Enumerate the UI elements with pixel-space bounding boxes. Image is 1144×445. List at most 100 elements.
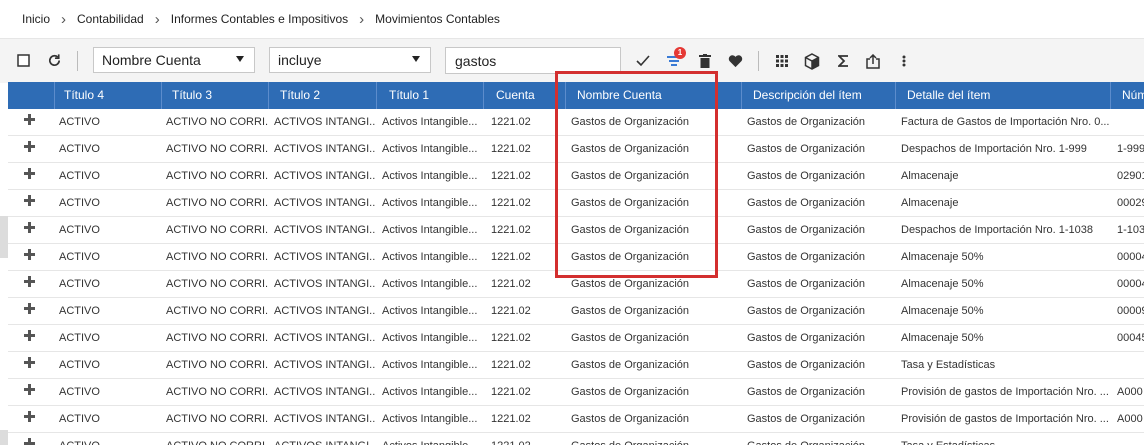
select-all-checkbox[interactable]: [15, 52, 31, 68]
sigma-icon[interactable]: [834, 52, 852, 70]
columns-grid-icon[interactable]: [773, 52, 791, 70]
expand-row-plus-icon[interactable]: [24, 438, 35, 445]
column-header-titulo1[interactable]: Título 1: [376, 82, 483, 109]
cell-nombre-cuenta: Gastos de Organización: [571, 170, 690, 182]
table-row[interactable]: ACTIVOACTIVO NO CORRI...ACTIVOS INTANGI.…: [8, 217, 1144, 244]
chevron-right-icon: ›: [154, 10, 160, 28]
expand-row-plus-icon[interactable]: [24, 114, 35, 125]
breadcrumb-item-informes[interactable]: Informes Contables e Impositivos: [171, 12, 348, 26]
export-icon[interactable]: [864, 51, 882, 71]
cell-titulo4: ACTIVO: [59, 170, 100, 182]
cell-nombre-cuenta: Gastos de Organización: [571, 413, 690, 425]
table-row[interactable]: ACTIVOACTIVO NO CORRI...ACTIVOS INTANGI.…: [8, 136, 1144, 163]
column-header-descripcion[interactable]: Descripción del ítem: [741, 82, 895, 109]
cell-titulo1: Activos Intangible...: [382, 143, 478, 155]
cell-detalle: Almacenaje: [901, 170, 959, 182]
table-row[interactable]: ACTIVOACTIVO NO CORRI...ACTIVOS INTANGI.…: [8, 298, 1144, 325]
cell-numero: 1-999: [1117, 143, 1144, 155]
cell-titulo4: ACTIVO: [59, 359, 100, 371]
apply-filter-icon[interactable]: [634, 52, 652, 70]
breadcrumb: Inicio › Contabilidad › Informes Contabl…: [0, 0, 1144, 38]
column-header-titulo3[interactable]: Título 3: [161, 82, 268, 109]
data-grid: Título 4 Título 3 Título 2 Título 1 Cuen…: [8, 82, 1144, 445]
toolbar-divider: [77, 51, 78, 71]
table-row[interactable]: ACTIVOACTIVO NO CORRI...ACTIVOS INTANGI.…: [8, 406, 1144, 433]
expand-row-plus-icon[interactable]: [24, 195, 35, 206]
expand-row-plus-icon[interactable]: [24, 330, 35, 341]
heart-icon[interactable]: [725, 52, 745, 70]
cell-descripcion: Gastos de Organización: [747, 116, 866, 128]
cell-titulo2: ACTIVOS INTANGI...: [274, 143, 376, 155]
cell-descripcion: Gastos de Organización: [747, 332, 866, 344]
cell-titulo1: Activos Intangible...: [382, 197, 478, 209]
breadcrumb-item-movimientos[interactable]: Movimientos Contables: [375, 12, 500, 26]
expand-row-plus-icon[interactable]: [24, 222, 35, 233]
cell-titulo3: ACTIVO NO CORRI...: [166, 305, 268, 317]
cell-descripcion: Gastos de Organización: [747, 197, 866, 209]
trash-icon[interactable]: [696, 52, 714, 70]
table-row[interactable]: ACTIVOACTIVO NO CORRI...ACTIVOS INTANGI.…: [8, 379, 1144, 406]
table-row[interactable]: ACTIVOACTIVO NO CORRI...ACTIVOS INTANGI.…: [8, 163, 1144, 190]
breadcrumb-item-contabilidad[interactable]: Contabilidad: [77, 12, 144, 26]
cell-nombre-cuenta: Gastos de Organización: [571, 197, 690, 209]
cell-titulo1: Activos Intangible...: [382, 386, 478, 398]
field-select[interactable]: Nombre Cuenta: [93, 47, 255, 73]
cell-detalle: Factura de Gastos de Importación Nro. 0.…: [901, 116, 1110, 128]
cell-numero: 00004: [1117, 278, 1144, 290]
cell-titulo2: ACTIVOS INTANGI...: [274, 332, 376, 344]
grid-header: Título 4 Título 3 Título 2 Título 1 Cuen…: [8, 82, 1144, 109]
expand-row-plus-icon[interactable]: [24, 141, 35, 152]
cell-cuenta: 1221.02: [491, 224, 531, 236]
cell-titulo1: Activos Intangible...: [382, 116, 478, 128]
column-header-titulo4[interactable]: Título 4: [54, 82, 161, 109]
table-row[interactable]: ACTIVOACTIVO NO CORRI...ACTIVOS INTANGI.…: [8, 271, 1144, 298]
filter-count-badge: 1: [674, 47, 686, 59]
expand-row-plus-icon[interactable]: [24, 276, 35, 287]
table-row[interactable]: ACTIVOACTIVO NO CORRI...ACTIVOS INTANGI.…: [8, 109, 1144, 136]
more-vertical-icon[interactable]: [896, 52, 912, 70]
table-row[interactable]: ACTIVOACTIVO NO CORRI...ACTIVOS INTANGI.…: [8, 433, 1144, 445]
breadcrumb-item-inicio[interactable]: Inicio: [22, 12, 50, 26]
table-row[interactable]: ACTIVOACTIVO NO CORRI...ACTIVOS INTANGI.…: [8, 244, 1144, 271]
expand-row-plus-icon[interactable]: [24, 303, 35, 314]
cell-numero: [1110, 109, 1144, 135]
column-header-cuenta[interactable]: Cuenta: [483, 82, 565, 109]
refresh-icon[interactable]: [45, 51, 63, 69]
cell-nombre-cuenta: Gastos de Organización: [571, 386, 690, 398]
cell-cuenta: 1221.02: [491, 251, 531, 263]
cell-titulo2: ACTIVOS INTANGI...: [274, 251, 376, 263]
column-header-numero[interactable]: Núm: [1110, 82, 1144, 109]
cell-titulo3: ACTIVO NO CORRI...: [161, 433, 268, 445]
operator-select[interactable]: incluye: [269, 47, 431, 73]
cell-nombre-cuenta: Gastos de Organización: [571, 359, 690, 371]
cell-titulo1: Activos Intangible...: [382, 413, 478, 425]
field-select-value: Nombre Cuenta: [102, 52, 201, 68]
cell-detalle: Despachos de Importación Nro. 1-999: [901, 143, 1087, 155]
caret-down-icon: [412, 56, 420, 62]
column-header-nombre-cuenta[interactable]: Nombre Cuenta: [565, 82, 741, 109]
side-scroll-strip: [0, 216, 8, 258]
expand-row-plus-icon[interactable]: [24, 411, 35, 422]
cell-titulo2: ACTIVOS INTANGI...: [274, 305, 376, 317]
cell-detalle: Almacenaje 50%: [901, 332, 984, 344]
expand-row-plus-icon[interactable]: [24, 168, 35, 179]
expand-row-plus-icon[interactable]: [24, 384, 35, 395]
cell-titulo2: ACTIVOS INTANGI...: [274, 116, 376, 128]
cell-numero: [1110, 433, 1144, 445]
chevron-right-icon: ›: [359, 10, 365, 28]
table-row[interactable]: ACTIVOACTIVO NO CORRI...ACTIVOS INTANGI.…: [8, 190, 1144, 217]
cube-icon[interactable]: [802, 51, 822, 71]
expand-row-plus-icon[interactable]: [24, 357, 35, 368]
cell-cuenta: 1221.02: [491, 143, 531, 155]
cell-titulo1: Activos Intangible...: [382, 278, 478, 290]
cell-descripcion: Gastos de Organización: [747, 224, 866, 236]
cell-descripcion: Gastos de Organización: [747, 251, 866, 263]
table-row[interactable]: ACTIVOACTIVO NO CORRI...ACTIVOS INTANGI.…: [8, 325, 1144, 352]
search-input[interactable]: [445, 47, 621, 74]
expand-row-plus-icon[interactable]: [24, 249, 35, 260]
column-header-titulo2[interactable]: Título 2: [268, 82, 376, 109]
cell-numero: A000: [1117, 386, 1143, 398]
column-header-detalle[interactable]: Detalle del ítem: [895, 82, 1110, 109]
cell-titulo1: Activos Intangible...: [382, 305, 478, 317]
table-row[interactable]: ACTIVOACTIVO NO CORRI...ACTIVOS INTANGI.…: [8, 352, 1144, 379]
